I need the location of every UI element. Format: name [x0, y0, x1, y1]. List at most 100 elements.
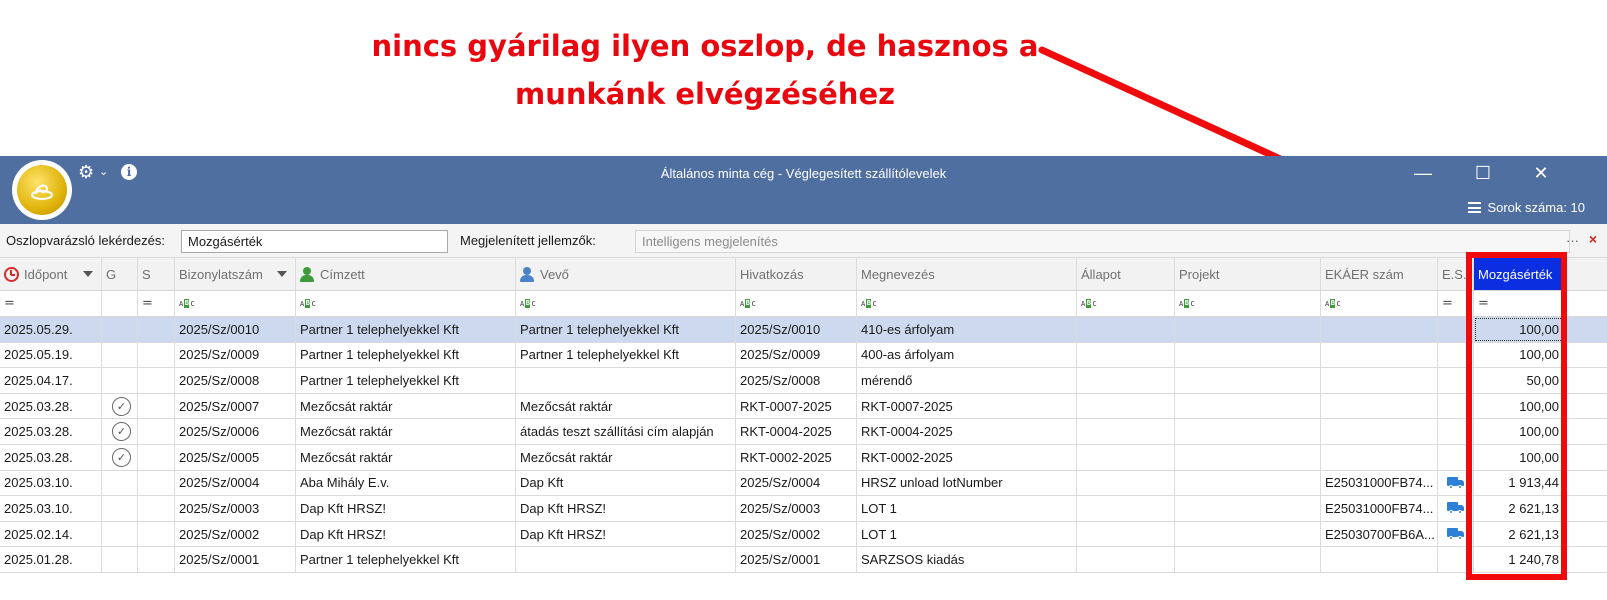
- maximize-button[interactable]: ☐: [1463, 160, 1503, 186]
- minimize-button[interactable]: —: [1403, 160, 1443, 186]
- table-cell: Dap Kft: [516, 470, 736, 496]
- table-cell: [1077, 496, 1175, 521]
- text-filter-icon[interactable]: ABC: [179, 299, 195, 308]
- shown-input[interactable]: [635, 230, 1570, 253]
- annotation-text: nincs gyárilag ilyen oszlop, de hasznos …: [360, 22, 1050, 118]
- column-header[interactable]: Bizonylatszám: [175, 258, 296, 290]
- table-cell: 2025/Sz/0010: [175, 317, 296, 342]
- column-header[interactable]: Projekt: [1175, 258, 1321, 290]
- table-row[interactable]: 2025.03.10. 2025/Sz/0003 Dap Kft HRSZ! Dap …: [0, 496, 1607, 522]
- column-filter-cell[interactable]: ABC: [857, 291, 1077, 316]
- text-filter-icon[interactable]: ABC: [520, 299, 536, 308]
- table-row[interactable]: 2025.03.28. ✓ 2025/Sz/0007 Mezőcsát raktár M…: [0, 393, 1607, 420]
- column-filter-cell[interactable]: ABC: [1321, 291, 1438, 316]
- sort-arrow-icon[interactable]: [277, 271, 287, 277]
- column-header[interactable]: E.S.: [1438, 258, 1474, 290]
- column-header[interactable]: EKÁER szám: [1321, 258, 1438, 290]
- column-header[interactable]: Címzett: [296, 258, 516, 290]
- equals-filter-icon[interactable]: =: [4, 296, 15, 311]
- table-cell: [102, 496, 138, 521]
- table-cell: [102, 342, 138, 368]
- table-cell: 2025/Sz/0009: [175, 342, 296, 368]
- table-cell: ✓: [102, 393, 138, 419]
- column-header[interactable]: Hivatkozás: [736, 258, 857, 290]
- table-cell: RKT-0002-2025: [857, 445, 1077, 470]
- column-header[interactable]: G: [102, 258, 138, 290]
- column-header[interactable]: Időpont: [0, 258, 102, 290]
- column-filter-cell[interactable]: ABC: [516, 291, 736, 316]
- text-filter-icon[interactable]: ABC: [1325, 299, 1341, 308]
- more-button[interactable]: ···: [1566, 233, 1579, 248]
- cell-text: E25031000FB74...: [1325, 500, 1434, 516]
- cell-text: Mezőcsát raktár: [300, 398, 393, 414]
- equals-filter-icon[interactable]: =: [1442, 296, 1453, 311]
- table-cell: mérendő: [857, 368, 1077, 393]
- table-cell: [138, 547, 175, 572]
- table-cell: Mezőcsát raktár: [296, 393, 516, 419]
- column-header[interactable]: Megnevezés: [857, 258, 1077, 290]
- text-filter-icon[interactable]: ABC: [1179, 299, 1195, 308]
- column-filter-cell[interactable]: =: [138, 291, 175, 316]
- cell-text: 2025.05.19.: [4, 347, 73, 363]
- table-row[interactable]: 2025.02.14. 2025/Sz/0002 Dap Kft HRSZ! Dap …: [0, 521, 1607, 548]
- cell-text: Dap Kft HRSZ!: [300, 526, 386, 542]
- table-cell: 2025.04.17.: [0, 368, 102, 393]
- cell-text: Dap Kft HRSZ!: [300, 500, 386, 516]
- table-cell: [1438, 470, 1474, 496]
- column-filter-cell[interactable]: ABC: [296, 291, 516, 316]
- cell-text: 2025.03.28.: [4, 398, 73, 414]
- table-cell: 2025/Sz/0010: [736, 317, 857, 342]
- text-filter-icon[interactable]: ABC: [300, 299, 316, 308]
- table-row[interactable]: 2025.05.29. 2025/Sz/0010 Partner 1 telephe…: [0, 317, 1607, 343]
- table-row[interactable]: 2025.04.17. 2025/Sz/0008 Partner 1 telephe…: [0, 368, 1607, 394]
- column-filter-cell[interactable]: =: [1474, 291, 1564, 316]
- cell-text: 2025.03.10.: [4, 475, 73, 491]
- table-cell: 2025/Sz/0003: [175, 496, 296, 521]
- column-filter-cell[interactable]: [102, 291, 138, 316]
- cell-text: 2025/Sz/0003: [740, 500, 821, 516]
- table-cell: RKT-0004-2025: [736, 419, 857, 444]
- equals-filter-icon[interactable]: =: [1478, 296, 1489, 311]
- column-header[interactable]: Állapot: [1077, 258, 1175, 290]
- table-cell: 2025.03.28.: [0, 393, 102, 419]
- sort-arrow-icon[interactable]: [83, 271, 93, 277]
- cell-text: RKT-0004-2025: [740, 424, 832, 440]
- title-bar: ⚙ ⌄ i Általános minta cég - Véglegesítet…: [0, 156, 1607, 224]
- cell-text: LOT 1: [861, 526, 897, 542]
- column-header[interactable]: Mozgásérték: [1474, 258, 1564, 290]
- table-cell: 2025/Sz/0004: [175, 470, 296, 496]
- person-green-icon: [300, 266, 314, 282]
- column-filter-cell[interactable]: ABC: [1175, 291, 1321, 316]
- cell-text: 2025/Sz/0003: [179, 500, 260, 516]
- close-button[interactable]: ✕: [1521, 160, 1561, 186]
- column-header-label: Időpont: [24, 266, 68, 282]
- table-row[interactable]: 2025.03.28. ✓ 2025/Sz/0005 Mezőcsát raktár M…: [0, 445, 1607, 471]
- clear-button[interactable]: ×: [1589, 231, 1597, 247]
- app-window: ⚙ ⌄ i Általános minta cég - Véglegesítet…: [0, 156, 1607, 600]
- table-cell: [102, 368, 138, 393]
- table-row[interactable]: 2025.01.28. 2025/Sz/0001 Partner 1 telephe…: [0, 547, 1607, 573]
- column-header[interactable]: Vevő: [516, 258, 736, 290]
- text-filter-icon[interactable]: ABC: [1081, 299, 1097, 308]
- table-row[interactable]: 2025.05.19. 2025/Sz/0009 Partner 1 telephe…: [0, 342, 1607, 369]
- column-header-label: Címzett: [320, 266, 365, 282]
- column-filter-cell[interactable]: ABC: [1077, 291, 1175, 316]
- table-cell: Partner 1 telephelyekkel Kft: [296, 342, 516, 368]
- column-filter-cell[interactable]: =: [0, 291, 102, 316]
- table-cell: ✓: [102, 445, 138, 470]
- table-row[interactable]: 2025.03.28. ✓ 2025/Sz/0006 Mezőcsát raktár á…: [0, 419, 1607, 445]
- column-header-label: Megnevezés: [861, 266, 935, 282]
- table-row[interactable]: 2025.03.10. 2025/Sz/0004 Aba Mihály E.v. Da…: [0, 470, 1607, 497]
- table-cell: E25031000FB74...: [1321, 496, 1438, 521]
- text-filter-icon[interactable]: ABC: [861, 299, 877, 308]
- column-filter-cell[interactable]: =: [1438, 291, 1474, 316]
- column-filter-cell[interactable]: ABC: [175, 291, 296, 316]
- column-filter-cell[interactable]: ABC: [736, 291, 857, 316]
- query-input[interactable]: [181, 230, 448, 253]
- text-filter-icon[interactable]: ABC: [740, 299, 756, 308]
- column-header[interactable]: S: [138, 258, 175, 290]
- table-cell: Mezőcsát raktár: [296, 419, 516, 444]
- table-cell: Mezőcsát raktár: [516, 393, 736, 419]
- equals-filter-icon[interactable]: =: [142, 296, 153, 311]
- table-cell: [1175, 470, 1321, 496]
